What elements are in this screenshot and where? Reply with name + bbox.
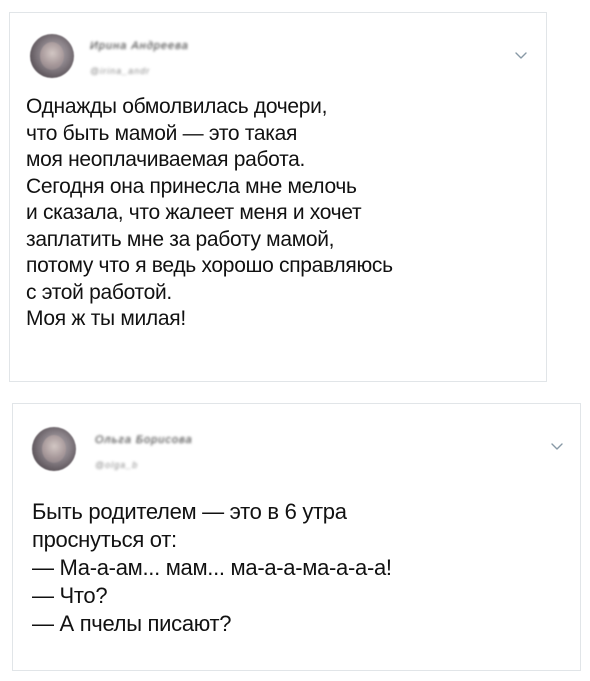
- tweet-card[interactable]: Ольга Борисова @olga_b Быть родителем — …: [12, 403, 581, 671]
- avatar[interactable]: [30, 34, 74, 78]
- chevron-down-icon[interactable]: [514, 51, 528, 61]
- author-handle[interactable]: @olga_b: [95, 460, 138, 470]
- tweet-card[interactable]: Ирина Андреева @irina_andr Однажды обмол…: [9, 12, 547, 382]
- author-name[interactable]: Ирина Андреева: [90, 40, 189, 52]
- tweet-text: Однажды обмолвилась дочери, что быть мам…: [26, 95, 393, 330]
- avatar[interactable]: [32, 427, 76, 471]
- tweet-text: Быть родителем — это в 6 утра проснуться…: [32, 499, 392, 636]
- author-name[interactable]: Ольга Борисова: [95, 434, 193, 446]
- author-handle[interactable]: @irina_andr: [90, 66, 150, 76]
- chevron-down-icon[interactable]: [550, 442, 564, 452]
